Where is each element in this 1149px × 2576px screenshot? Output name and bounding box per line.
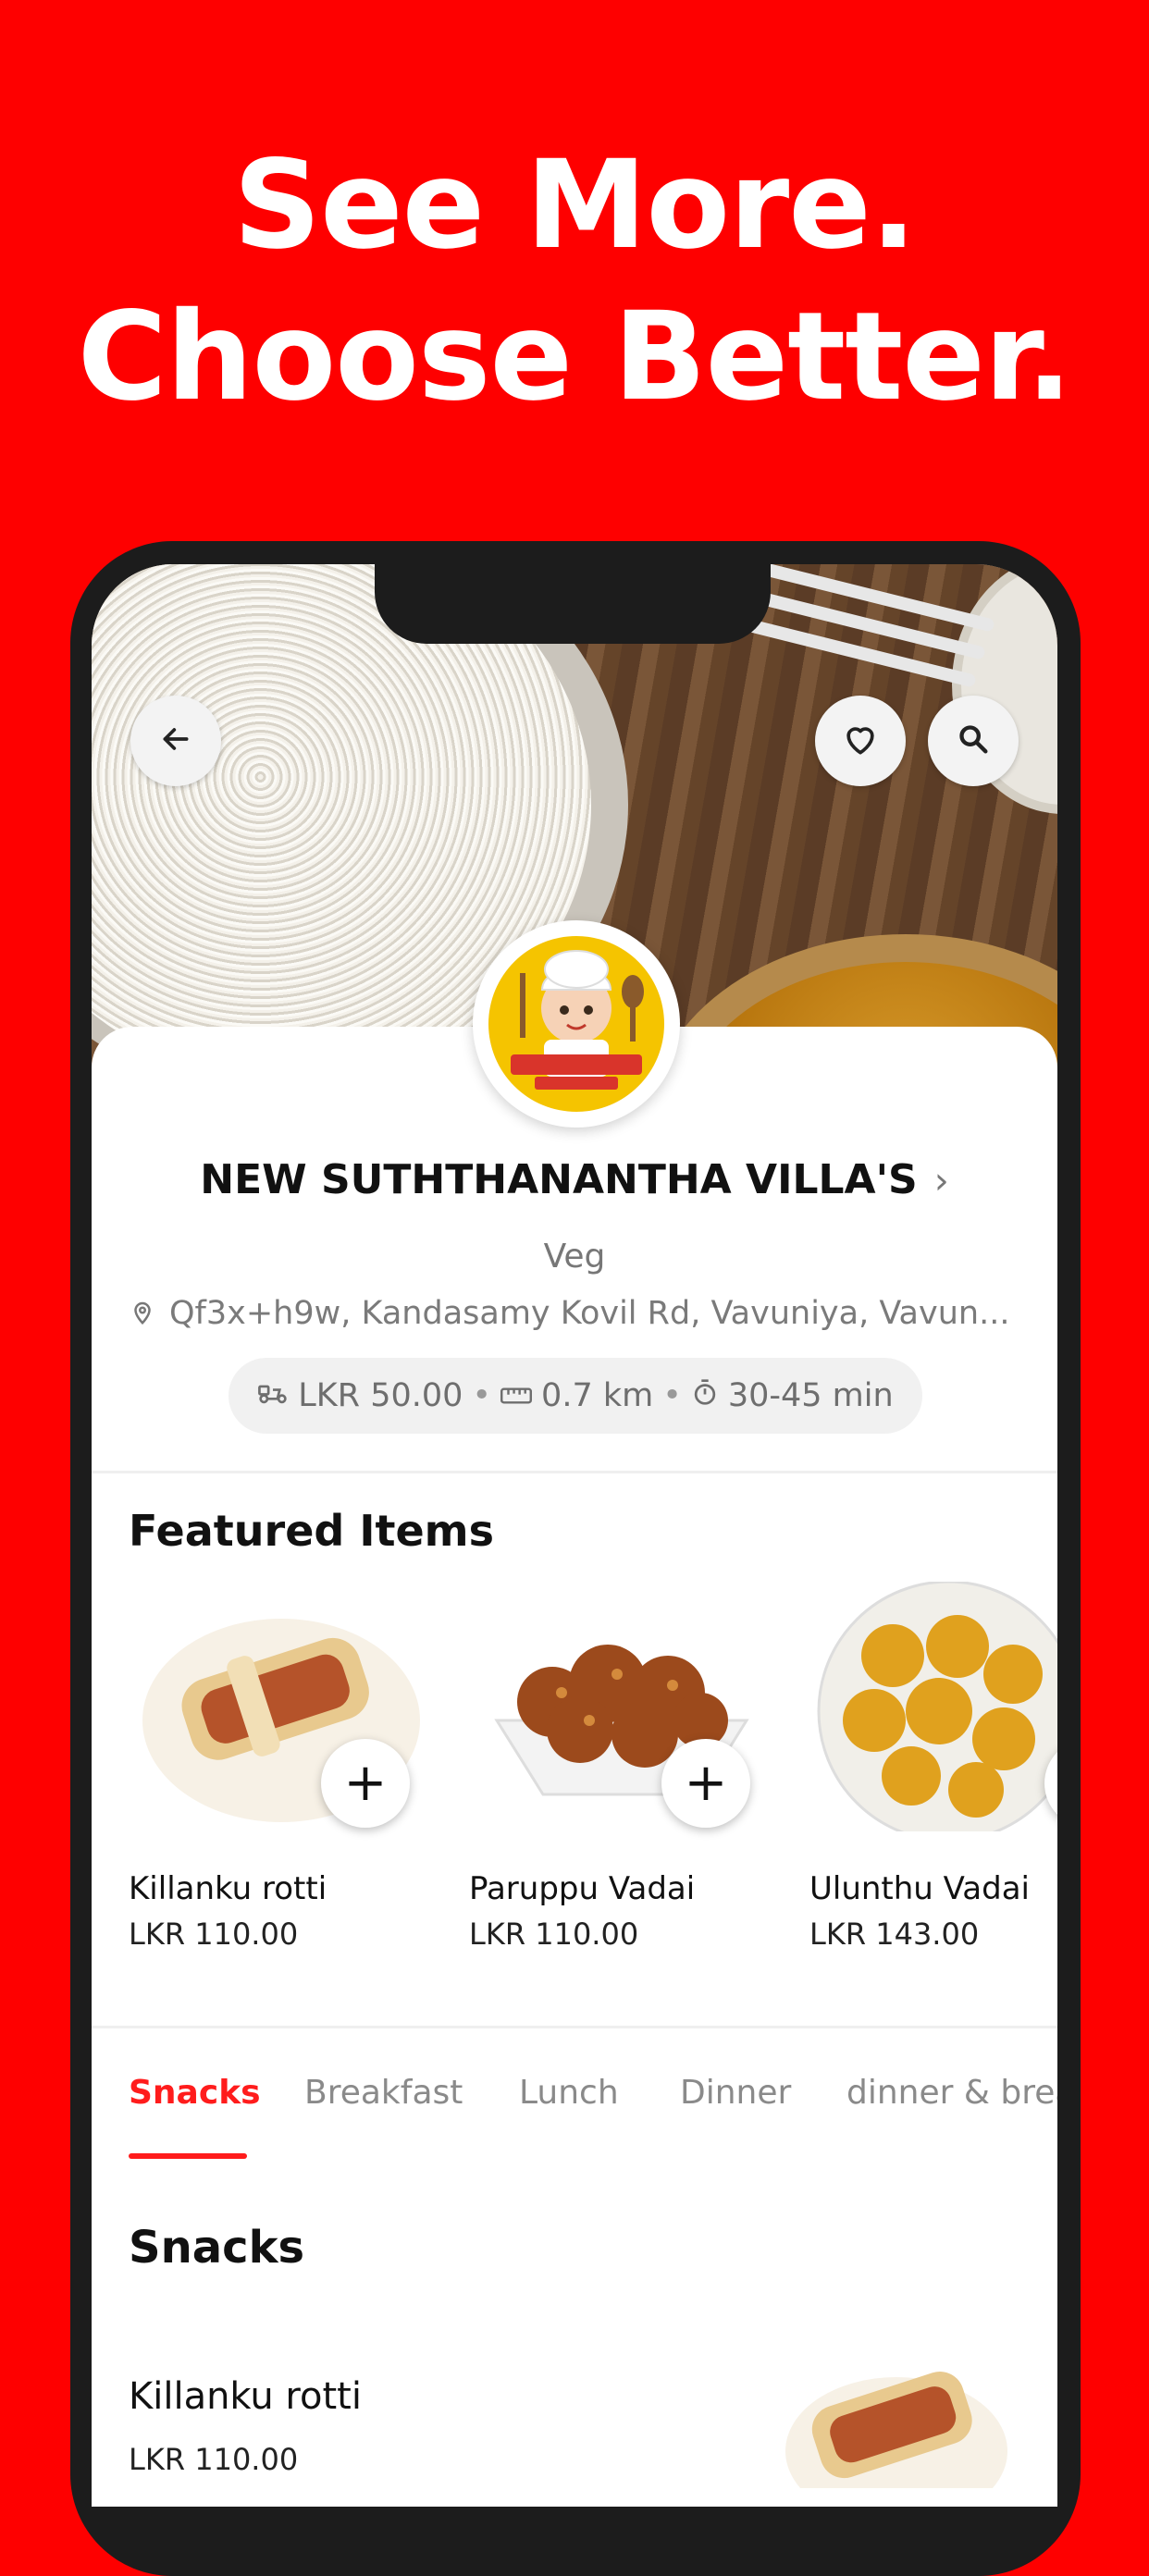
tab-breakfast[interactable]: Breakfast	[304, 2074, 463, 2112]
scooter-icon	[257, 1377, 289, 1414]
item-name: Killanku rotti	[129, 1870, 327, 1907]
tab-dinner-and-breakfast[interactable]: dinner & brea	[846, 2074, 1057, 2112]
tab-lunch[interactable]: Lunch	[519, 2074, 619, 2112]
chevron-right-icon: ›	[933, 1160, 949, 1202]
phone-screen: NEW SUTHTHANANTHA VILLA'S › Veg Qf3x+h9w,…	[92, 564, 1057, 2507]
menu-item-name: Killanku rotti	[129, 2375, 362, 2418]
featured-items-title: Featured Items	[129, 1506, 494, 1556]
divider	[92, 2026, 1057, 2028]
promo-line-2: Choose Better.	[77, 286, 1073, 428]
heart-icon	[840, 719, 881, 763]
add-to-cart-button[interactable]: +	[661, 1739, 750, 1828]
tab-dinner[interactable]: Dinner	[680, 2074, 791, 2112]
favorite-button[interactable]	[815, 696, 906, 786]
promo-line-1: See More.	[233, 134, 917, 277]
food-image: +	[129, 1582, 434, 1831]
arrow-left-icon	[157, 721, 194, 761]
food-image: +	[469, 1582, 774, 1831]
divider	[92, 1471, 1057, 1473]
item-price: LKR 143.00	[809, 1917, 980, 1952]
delivery-fee: LKR 50.00	[298, 1377, 463, 1414]
item-price: LKR 110.00	[469, 1917, 639, 1952]
store-address: Qf3x+h9w, Kandasamy Kovil Rd, Vavuniya, …	[129, 1295, 1017, 1336]
category-tabs: Snacks Breakfast Lunch Dinner dinner & b…	[129, 2061, 1057, 2144]
featured-item[interactable]: + Paruppu Vadai LKR 110.00	[469, 1582, 774, 1952]
featured-item[interactable]: + Killanku rotti LKR 110.00	[129, 1582, 434, 1952]
promo-headline: See More. Choose Better.	[0, 129, 1149, 433]
item-name: Paruppu Vadai	[469, 1870, 696, 1907]
delivery-info-pill: LKR 50.00 • 0.7 km • 30-45 min	[229, 1358, 922, 1434]
location-pin-icon	[129, 1298, 156, 1336]
timer-icon	[691, 1377, 719, 1415]
search-button[interactable]	[928, 696, 1019, 786]
menu-section-title: Snacks	[129, 2222, 305, 2274]
phone-notch	[375, 564, 771, 644]
ruler-icon	[500, 1377, 533, 1414]
food-image: +	[809, 1580, 1057, 1843]
search-icon	[955, 721, 992, 761]
store-name[interactable]: NEW SUTHTHANANTHA VILLA'S ›	[92, 1156, 1057, 1203]
back-button[interactable]	[130, 696, 221, 786]
delivery-eta: 30-45 min	[727, 1377, 894, 1414]
active-tab-indicator	[129, 2153, 247, 2159]
store-logo	[473, 920, 680, 1128]
menu-item-price: LKR 110.00	[129, 2442, 299, 2477]
item-name: Ulunthu Vadai	[809, 1870, 1030, 1907]
item-price: LKR 110.00	[129, 1917, 299, 1952]
menu-item-image	[776, 2340, 1017, 2507]
store-cuisine: Veg	[543, 1238, 606, 1276]
featured-item[interactable]: + Ulunthu Vadai LKR 143.00	[809, 1580, 1057, 1952]
store-distance: 0.7 km	[541, 1377, 654, 1414]
tab-snacks[interactable]: Snacks	[129, 2074, 261, 2112]
add-to-cart-button[interactable]: +	[321, 1739, 410, 1828]
